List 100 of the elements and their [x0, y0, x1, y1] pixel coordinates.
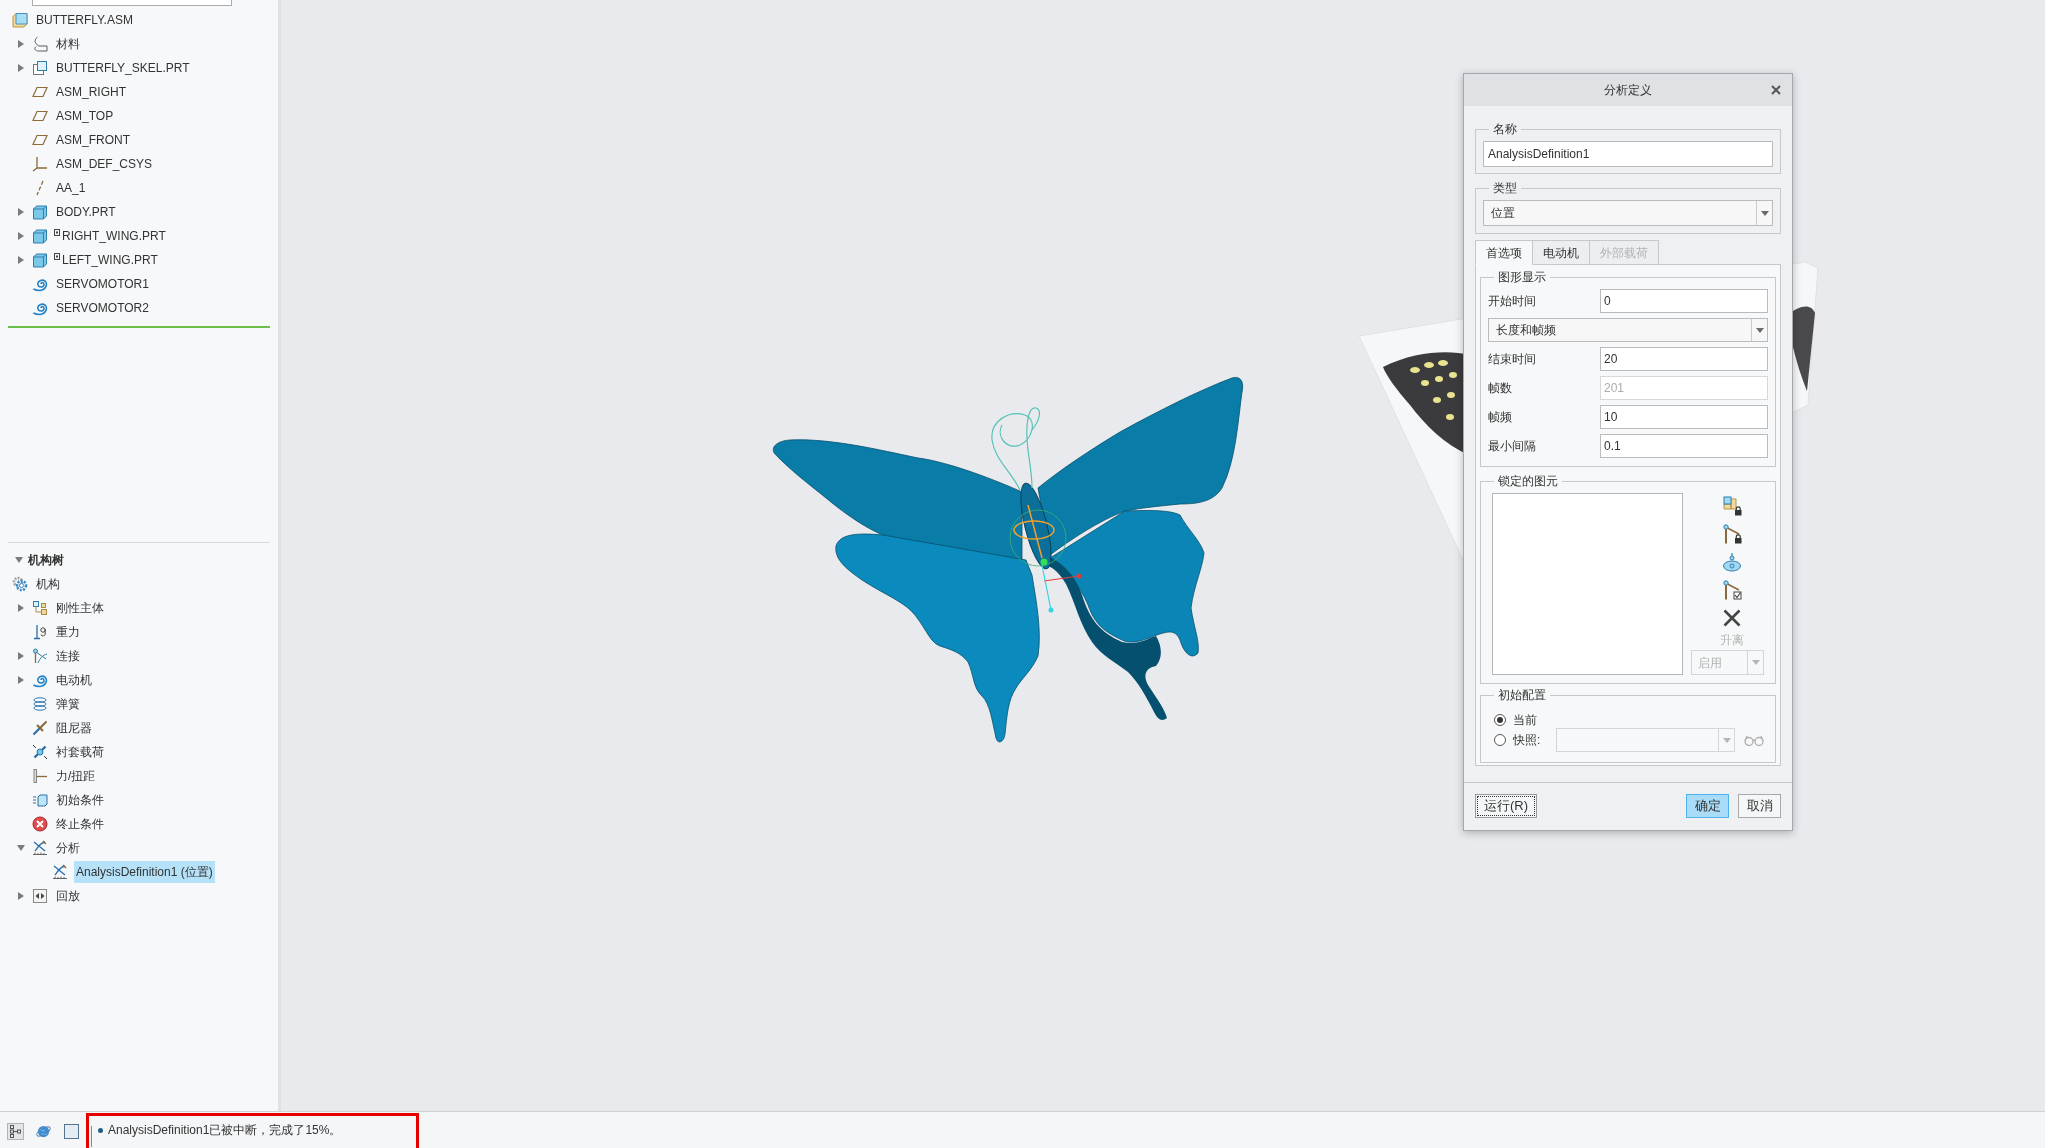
assembly-icon — [12, 12, 28, 28]
tree-item[interactable]: BODY.PRT — [54, 201, 118, 223]
select-connection-button[interactable] — [1721, 580, 1742, 600]
analysis-icon — [32, 840, 48, 856]
tree-item[interactable]: 回放 — [54, 885, 82, 907]
caret-icon[interactable] — [17, 844, 25, 852]
tree-item[interactable]: 弹簧 — [54, 693, 82, 715]
tree-item[interactable]: BUTTERFLY.ASM — [34, 9, 135, 31]
caret-icon[interactable] — [17, 604, 25, 612]
radio-label[interactable]: 快照: — [1513, 731, 1556, 749]
field-label: 最小间隔 — [1488, 438, 1537, 455]
playback-icon — [32, 888, 48, 904]
datum-plane-icon — [32, 84, 48, 100]
radio-button[interactable] — [1494, 734, 1506, 746]
skeleton-part-icon — [32, 60, 48, 76]
datum-plane-icon — [32, 108, 48, 124]
view-entity-button[interactable] — [1721, 552, 1742, 572]
run-button[interactable]: 运行(R) — [1475, 794, 1538, 818]
tree-structure-icon — [10, 1124, 21, 1138]
radio-button[interactable] — [1494, 714, 1506, 726]
caret-icon[interactable] — [17, 676, 25, 684]
tree-item[interactable]: 连接 — [54, 645, 82, 667]
eye-icon — [1721, 552, 1742, 572]
close-button[interactable] — [1770, 84, 1782, 96]
dialog-title: 分析定义 — [1604, 82, 1652, 99]
value-field[interactable]: 20 — [1600, 347, 1768, 371]
caret-icon[interactable] — [17, 40, 25, 48]
datum-plane-icon — [32, 132, 48, 148]
body-lock-icon — [1721, 496, 1742, 516]
value-field[interactable]: 0 — [1600, 289, 1768, 313]
bullet-icon — [98, 1127, 103, 1133]
tree-item[interactable]: AA_1 — [54, 177, 88, 199]
input-field[interactable] — [32, 0, 232, 6]
caret-icon[interactable] — [17, 232, 25, 240]
group-label: 初始配置 — [1497, 688, 1547, 702]
tree-item[interactable]: 材料 — [54, 33, 82, 55]
caret-icon[interactable] — [17, 208, 25, 216]
caret-icon[interactable] — [15, 556, 23, 564]
connection-lock-icon — [1721, 524, 1742, 544]
value-field[interactable]: 10 — [1600, 405, 1768, 429]
part-cube-icon — [32, 228, 48, 244]
gear-icon — [12, 576, 28, 592]
entity-list[interactable] — [1492, 493, 1683, 675]
name-field[interactable]: AnalysisDefinition1 — [1483, 141, 1773, 167]
tree-item[interactable]: 力/扭距 — [54, 765, 98, 787]
dialog-button[interactable]: 确定 — [1686, 794, 1729, 818]
connection-check-icon — [1721, 580, 1742, 600]
tree-item[interactable]: 电动机 — [54, 669, 94, 691]
tree-item[interactable]: 分析 — [54, 837, 82, 859]
group-label: 名称 — [1492, 122, 1518, 136]
tree-item[interactable]: 刚性主体 — [54, 597, 106, 619]
caret-icon — [1760, 210, 1769, 216]
spring-icon — [32, 696, 48, 712]
timing-dropdown[interactable]: 长度和帧频 — [1488, 318, 1768, 342]
lock-connection-button[interactable] — [1721, 524, 1742, 544]
damper-icon — [32, 720, 48, 736]
tree-view-button[interactable] — [7, 1122, 24, 1140]
dialog-button[interactable]: 取消 — [1738, 794, 1781, 818]
status-message: AnalysisDefinition1已被中断，完成了15%。 — [108, 1122, 342, 1139]
gravity-icon — [32, 624, 48, 640]
tree-item[interactable]: LEFT_WING.PRT — [60, 249, 160, 271]
tree-title: 机构树 — [28, 552, 64, 569]
tab[interactable]: 电动机 — [1532, 240, 1590, 265]
value-field[interactable]: 0.1 — [1600, 434, 1768, 458]
tree-item[interactable]: 初始条件 — [54, 789, 106, 811]
tree-item[interactable]: 阻尼器 — [54, 717, 94, 739]
caret-icon[interactable] — [17, 892, 25, 900]
stop-icon — [32, 816, 48, 832]
tab[interactable]: 首选项 — [1475, 240, 1533, 265]
delete-button[interactable] — [1721, 608, 1742, 628]
caret-icon[interactable] — [17, 64, 25, 72]
servomotor-icon — [32, 300, 48, 316]
tree-item[interactable]: ASM_TOP — [54, 105, 116, 127]
tree-item[interactable]: RIGHT_WING.PRT — [60, 225, 168, 247]
tree-item[interactable]: ASM_DEF_CSYS — [54, 153, 155, 175]
tree-item[interactable]: 终止条件 — [54, 813, 106, 835]
group-label: 锁定的图元 — [1497, 474, 1559, 488]
window-button[interactable] — [63, 1122, 80, 1140]
tree-item[interactable]: SERVOMOTOR2 — [54, 297, 151, 319]
tree-item[interactable]: BUTTERFLY_SKEL.PRT — [54, 57, 192, 79]
analysis-icon — [52, 864, 68, 880]
part-cube-icon — [32, 204, 48, 220]
caret-icon[interactable] — [17, 256, 25, 264]
initial-condition-icon — [32, 792, 48, 808]
globe-icon — [36, 1123, 51, 1139]
tree-item[interactable]: ASM_FRONT — [54, 129, 132, 151]
tree-item[interactable]: SERVOMOTOR1 — [54, 273, 151, 295]
window-icon — [64, 1123, 79, 1139]
caret-icon[interactable] — [17, 652, 25, 660]
tree-item[interactable]: 重力 — [54, 621, 82, 643]
type-dropdown[interactable]: 位置 — [1483, 200, 1773, 226]
tree-item[interactable]: 衬套载荷 — [54, 741, 106, 763]
lock-body-button[interactable] — [1721, 496, 1742, 516]
tree-item[interactable]: 机构 — [34, 573, 62, 595]
close-icon — [1771, 85, 1781, 95]
rigid-body-icon — [32, 600, 48, 616]
tree-item[interactable]: AnalysisDefinition1 (位置) — [74, 861, 215, 883]
tree-item[interactable]: ASM_RIGHT — [54, 81, 128, 103]
radio-label[interactable]: 当前 — [1513, 711, 1556, 729]
caret-icon — [1755, 327, 1764, 333]
